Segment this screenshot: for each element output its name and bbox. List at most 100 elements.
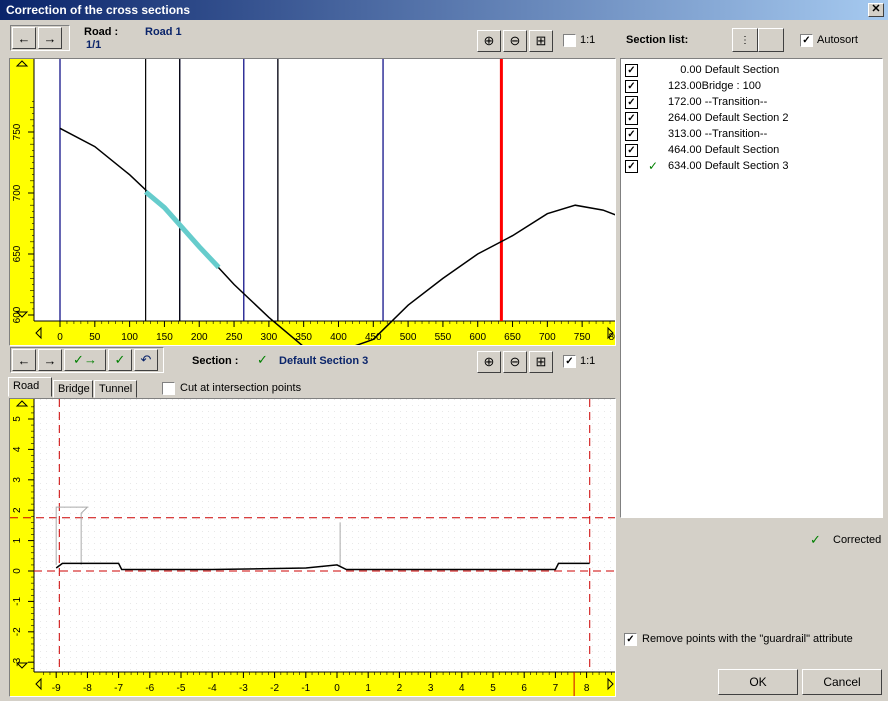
- guardrail-checkbox[interactable]: ✓: [624, 633, 637, 646]
- profile-x-tick-label: 0: [57, 332, 63, 343]
- section-corrected-icon: ✓: [257, 352, 268, 367]
- section-list-item-label: 264.00 Default Section 2: [668, 112, 789, 124]
- section-y-tick-label: 5: [12, 416, 23, 422]
- section-y-tick-label: 1: [12, 537, 23, 543]
- undo-button[interactable]: ↶: [134, 349, 158, 371]
- previous-section-button[interactable]: ←: [12, 349, 36, 371]
- zoom-in-icon: ⊕: [483, 354, 495, 369]
- section-x-tick-label: 7: [553, 683, 559, 694]
- section-list-label: Section list:: [626, 34, 689, 46]
- profile-bridge-highlight: [143, 189, 221, 270]
- arrow-left-icon: ←: [17, 30, 31, 46]
- zoom-in-button[interactable]: ⊕: [477, 30, 501, 52]
- profile-x-tick-label: 700: [539, 332, 556, 343]
- next-road-button[interactable]: →: [38, 27, 62, 49]
- section-zoom-fit-button[interactable]: ⊞: [529, 351, 553, 373]
- profile-svg: 7507006506005500501001502002503003504004…: [10, 59, 615, 345]
- zoom-fit-icon: ⊞: [535, 33, 547, 48]
- section-y-ruler: [10, 399, 34, 696]
- section-zoom-in-button[interactable]: ⊕: [477, 351, 501, 373]
- section-list-item-checkbox[interactable]: ✓: [625, 159, 638, 173]
- section-list-item[interactable]: ✓ 264.00 Default Section 2: [625, 110, 878, 126]
- section-chart[interactable]: 5 4 3 2 1 0 -1 -2 -3 -9 -8 -7 -6 -5 -4 -3 -2 -1 0 1 2 3 4 5 6 7 8: [9, 398, 616, 697]
- section-list-item-checkbox[interactable]: ✓: [625, 79, 638, 93]
- road-nav-group: ← →: [10, 25, 70, 51]
- close-icon[interactable]: ✕: [868, 3, 884, 17]
- profile-x-tick-label: 750: [574, 332, 591, 343]
- zoom-in-icon: ⊕: [483, 33, 495, 48]
- tab-tunnel-label: Tunnel: [99, 383, 133, 395]
- window-title: Correction of the cross sections: [6, 3, 191, 17]
- section-list-item-label: 123.00Bridge : 100: [668, 80, 761, 92]
- arrow-left-icon: ←: [17, 352, 31, 368]
- section-y-tick-label: -2: [12, 627, 23, 636]
- tab-road-label: Road: [13, 380, 40, 392]
- zoom-fit-button[interactable]: ⊞: [529, 30, 553, 52]
- section-value: Default Section 3: [279, 355, 369, 367]
- zoom-out-button[interactable]: ⊖: [503, 30, 527, 52]
- tab-tunnel[interactable]: Tunnel: [94, 380, 137, 398]
- section-x-tick-label: 2: [397, 683, 403, 694]
- section-x-tick-label: -6: [145, 683, 154, 694]
- section-y-tick-label: -1: [12, 597, 23, 606]
- zoom-out-icon: ⊖: [509, 33, 521, 48]
- autosort-checkbox[interactable]: ✓: [800, 34, 813, 47]
- window-title-bar: Correction of the cross sections: [0, 0, 888, 20]
- tab-road[interactable]: Road: [8, 377, 52, 397]
- section-y-tick-label: -3: [12, 657, 23, 666]
- section-list-item-label: 634.00 Default Section 3: [668, 160, 789, 172]
- section-y-tick-label: 3: [12, 477, 23, 483]
- autosort-label: Autosort: [817, 34, 858, 46]
- section-list-item-label: 313.00 --Transition--: [668, 128, 768, 140]
- section-list-item-checkbox[interactable]: ✓: [625, 95, 638, 109]
- section-one-to-one-checkbox[interactable]: ✓: [563, 355, 576, 368]
- tab-bridge-label: Bridge: [58, 383, 90, 395]
- profile-x-tick-label: 200: [191, 332, 208, 343]
- section-list-item[interactable]: ✓ 464.00 Default Section: [625, 142, 878, 158]
- profile-x-tick-label: 100: [121, 332, 138, 343]
- cut-intersection-checkbox[interactable]: [162, 382, 175, 395]
- ok-button[interactable]: OK: [718, 669, 798, 695]
- profile-road-curve: [59, 127, 615, 345]
- section-list-item[interactable]: ✓ 123.00Bridge : 100: [625, 78, 878, 94]
- section-x-tick-label: -3: [239, 683, 248, 694]
- section-list-item-checkbox[interactable]: ✓: [625, 111, 638, 125]
- section-list-item[interactable]: ✓ 0.00 Default Section: [625, 62, 878, 78]
- correct-button[interactable]: ✓: [108, 349, 132, 371]
- section-x-tick-label: 1: [365, 683, 371, 694]
- section-y-tick-label: 4: [12, 446, 23, 452]
- profile-y-tick-label: 750: [12, 123, 23, 140]
- section-zoom-out-button[interactable]: ⊖: [503, 351, 527, 373]
- section-list-blank-button[interactable]: [758, 28, 784, 52]
- corrected-check-icon: ✓: [647, 159, 659, 173]
- top-one-to-one-label: 1:1: [580, 34, 596, 46]
- section-list-item[interactable]: ✓ ✓ 634.00 Default Section 3: [625, 158, 878, 174]
- check-icon: ✓: [114, 352, 126, 367]
- section-list-options-button[interactable]: ⋮: [732, 28, 758, 52]
- correct-and-next-button[interactable]: ✓→: [64, 349, 106, 371]
- section-list-item[interactable]: ✓ 313.00 --Transition--: [625, 126, 878, 142]
- section-x-tick-label: -8: [83, 683, 92, 694]
- section-nav-group: ← → ✓→ ✓ ↶: [10, 347, 164, 373]
- road-value: Road 1: [145, 26, 182, 38]
- section-list-item-checkbox[interactable]: ✓: [625, 143, 638, 157]
- tab-bridge[interactable]: Bridge: [53, 380, 93, 398]
- corrected-icon: ✓: [810, 532, 821, 547]
- section-list[interactable]: ✓ 0.00 Default Section ✓ 123.00Bridge : 10…: [620, 58, 883, 518]
- section-x-tick-label: 3: [428, 683, 434, 694]
- profile-x-tick-label: 650: [504, 332, 521, 343]
- section-list-item[interactable]: ✓ 172.00 --Transition--: [625, 94, 878, 110]
- top-one-to-one-checkbox[interactable]: [563, 34, 576, 47]
- cancel-button[interactable]: Cancel: [802, 669, 882, 695]
- section-x-tick-label: -2: [270, 683, 279, 694]
- check-arrow-icon: ✓→: [73, 352, 97, 367]
- previous-road-button[interactable]: ←: [12, 27, 36, 49]
- section-y-tick-label: 0: [12, 568, 23, 574]
- section-list-item-checkbox[interactable]: ✓: [625, 127, 638, 141]
- section-list-item-checkbox[interactable]: ✓: [625, 63, 638, 77]
- next-section-button[interactable]: →: [38, 349, 62, 371]
- section-x-tick-label: -4: [208, 683, 217, 694]
- profile-y-tick-label: 600: [12, 306, 23, 323]
- profile-x-tick-label: 400: [330, 332, 347, 343]
- profile-chart[interactable]: 7507006506005500501001502002503003504004…: [9, 58, 616, 346]
